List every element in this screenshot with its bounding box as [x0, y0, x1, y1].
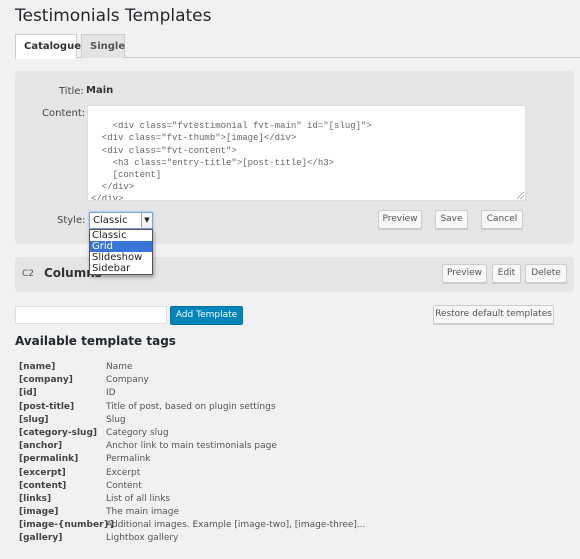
tab-single[interactable]: Single — [81, 34, 125, 58]
cancel-button[interactable]: Cancel — [481, 210, 523, 229]
template-tag-description: The main image — [106, 507, 179, 518]
style-label: Style: — [57, 215, 86, 226]
template-tag-row: [image] The main image — [19, 506, 419, 519]
new-template-name-input[interactable] — [15, 306, 167, 324]
template-tag-description: Excerpt — [106, 467, 141, 478]
save-button[interactable]: Save — [435, 210, 468, 229]
page-title: Testimonials Templates — [15, 6, 212, 26]
template-tag-description: Content — [106, 480, 142, 491]
style-dropdown-list: Classic Grid Slideshow Sidebar — [89, 229, 153, 275]
template-tag-code: [post-title] — [19, 401, 75, 412]
item-delete-button[interactable]: Delete — [525, 264, 567, 283]
template-tags-heading: Available template tags — [15, 334, 176, 348]
style-option-slideshow[interactable]: Slideshow — [90, 252, 152, 263]
template-tag-row: [permalink] Permalink — [19, 453, 419, 466]
template-tag-row: [gallery] Lightbox gallery — [19, 532, 419, 545]
style-option-grid[interactable]: Grid — [90, 241, 152, 252]
template-tag-row: [excerpt] Excerpt — [19, 467, 419, 480]
template-tag-description: Slug — [106, 414, 126, 425]
template-tag-code: [company] — [19, 375, 73, 386]
template-tag-code: [image-{number}] — [19, 520, 115, 531]
chevron-down-icon[interactable]: ▼ — [141, 213, 152, 228]
content-text: <div class="fvtestimonial fvt-main" id="… — [91, 121, 372, 201]
title-label: Title: — [59, 86, 84, 97]
resize-handle-icon[interactable] — [517, 192, 524, 199]
template-tag-code: [links] — [19, 493, 52, 504]
template-tag-row: [post-title] Title of post, based on plug… — [19, 401, 419, 414]
template-tag-row: [content] Content — [19, 480, 419, 493]
style-option-classic[interactable]: Classic — [90, 230, 152, 241]
template-tag-code: [slug] — [19, 414, 49, 425]
template-tag-row: [anchor] Anchor link to main testimonials… — [19, 440, 419, 453]
item-edit-button[interactable]: Edit — [492, 264, 521, 283]
template-tag-description: Title of post, based on plugin settings — [106, 401, 276, 412]
template-tag-row: [company] Company — [19, 374, 419, 387]
template-tag-code: [anchor] — [19, 441, 63, 452]
template-tag-description: Permalink — [106, 454, 151, 465]
style-option-sidebar[interactable]: Sidebar — [90, 263, 152, 274]
template-tag-code: [category-slug] — [19, 427, 97, 438]
template-tag-code: [gallery] — [19, 533, 63, 544]
template-tag-row: [name] Name — [19, 361, 419, 374]
title-value: Main — [86, 85, 114, 96]
template-tag-description: Company — [106, 375, 149, 386]
template-tag-description: Name — [106, 362, 133, 372]
add-template-button[interactable]: Add Template — [170, 306, 243, 325]
template-tag-code: [content] — [19, 480, 67, 491]
restore-default-templates-button[interactable]: Restore default templates — [433, 305, 554, 324]
template-tag-row: [id] ID — [19, 387, 419, 400]
style-select[interactable]: Classic ▼ — [89, 212, 153, 229]
template-tag-description: Category slug — [106, 427, 169, 438]
template-tag-description: Lightbox gallery — [106, 533, 179, 544]
template-tag-row: [image-{number}] Additional images. Examp… — [19, 519, 419, 532]
style-select-value: Classic — [93, 215, 128, 226]
template-tags-list: [name] Name [company] Company [id] ID [post-ti… — [19, 361, 419, 546]
template-tag-code: [id] — [19, 388, 37, 399]
template-tag-row: [slug] Slug — [19, 414, 419, 427]
template-tag-code: [name] — [19, 362, 56, 372]
template-tag-code: [image] — [19, 507, 59, 518]
template-tag-description: Additional images. Example [image-two], … — [106, 520, 366, 531]
template-tag-code: [permalink] — [19, 454, 79, 465]
template-tag-code: [excerpt] — [19, 467, 66, 478]
content-label: Content: — [42, 108, 86, 119]
template-tag-description: List of all links — [106, 493, 171, 504]
template-edit-panel: Title: Main Content: <div class="fvtesti… — [15, 71, 574, 244]
tab-bar: Catalogue Single — [15, 34, 580, 59]
tab-catalogue[interactable]: Catalogue — [15, 34, 81, 59]
template-tag-row: [category-slug] Category slug — [19, 427, 419, 440]
preview-button[interactable]: Preview — [378, 210, 422, 229]
template-id: C2 — [22, 269, 35, 279]
template-tag-description: ID — [106, 388, 116, 399]
template-tag-row: [links] List of all links — [19, 493, 419, 506]
item-preview-button[interactable]: Preview — [442, 264, 487, 283]
template-tag-description: Anchor link to main testimonials page — [106, 441, 277, 452]
content-textarea[interactable]: <div class="fvtestimonial fvt-main" id="… — [87, 105, 526, 201]
